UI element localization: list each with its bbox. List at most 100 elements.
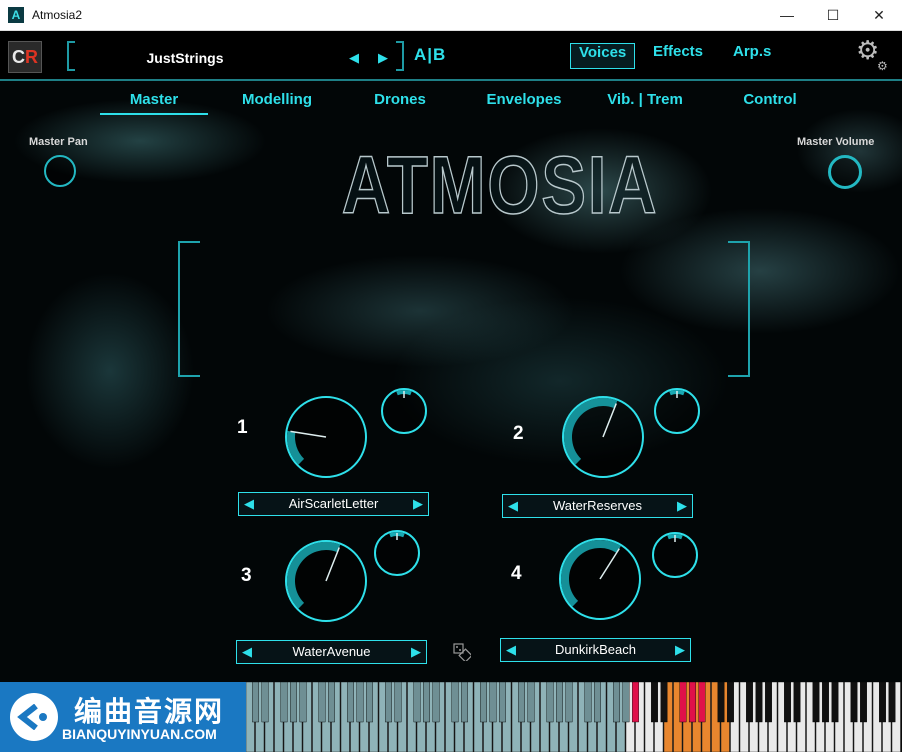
plugin-toolbar: CR JustStrings ◀ ▶ A|B Voices Effects Ar… bbox=[0, 31, 902, 81]
piano-black-key[interactable] bbox=[413, 682, 421, 723]
piano-black-key[interactable] bbox=[432, 682, 440, 723]
piano-black-key[interactable] bbox=[613, 682, 620, 723]
piano-black-key[interactable] bbox=[280, 682, 288, 723]
piano-black-key[interactable] bbox=[385, 682, 392, 723]
layer-2-next-button[interactable]: ▶ bbox=[673, 496, 691, 516]
piano-black-key[interactable] bbox=[461, 682, 468, 723]
piano-black-key[interactable] bbox=[584, 682, 592, 723]
watermark-title: 编曲音源网 bbox=[74, 696, 225, 727]
piano-black-key[interactable] bbox=[632, 682, 639, 723]
tab-arps[interactable]: Arp.s bbox=[725, 43, 779, 67]
layer-1-volume-knob[interactable] bbox=[285, 396, 367, 478]
piano-black-key[interactable] bbox=[793, 682, 801, 723]
piano-black-key[interactable] bbox=[328, 682, 335, 723]
piano-black-key[interactable] bbox=[299, 682, 307, 723]
layer-2-volume-knob[interactable] bbox=[562, 396, 644, 478]
piano-black-key[interactable] bbox=[879, 682, 886, 723]
piano-black-key[interactable] bbox=[765, 682, 772, 723]
layer-3-prev-button[interactable]: ◀ bbox=[238, 642, 256, 662]
piano-black-key[interactable] bbox=[489, 682, 497, 723]
piano-black-key[interactable] bbox=[831, 682, 839, 723]
bottom-area: 编曲音源网 BIANQUYINYUAN.COM bbox=[0, 682, 902, 752]
layer-knobs bbox=[285, 388, 700, 622]
layer-3-volume-knob[interactable] bbox=[285, 540, 367, 622]
layer-4-volume-knob[interactable] bbox=[559, 538, 641, 620]
piano-black-key[interactable] bbox=[252, 682, 259, 723]
piano-black-key[interactable] bbox=[499, 682, 506, 723]
layer-1-sample-selector[interactable]: ◀ AirScarletLetter ▶ bbox=[238, 492, 429, 516]
close-button[interactable]: ✕ bbox=[856, 0, 902, 30]
layer-4-sample-name: DunkirkBeach bbox=[555, 642, 636, 657]
window-title: Atmosia2 bbox=[32, 8, 83, 22]
maximize-button[interactable]: ☐ bbox=[810, 0, 856, 30]
piano-black-key[interactable] bbox=[679, 682, 687, 723]
piano-black-key[interactable] bbox=[394, 682, 402, 723]
next-preset-button[interactable]: ▶ bbox=[378, 50, 388, 66]
piano-black-key[interactable] bbox=[527, 682, 535, 723]
piano-black-key[interactable] bbox=[318, 682, 326, 723]
layer-4-next-button[interactable]: ▶ bbox=[671, 640, 689, 660]
gear-icon[interactable]: ⚙ bbox=[856, 35, 879, 66]
piano-black-key[interactable] bbox=[356, 682, 364, 723]
watermark-banner: 编曲音源网 BIANQUYINYUAN.COM bbox=[0, 682, 246, 752]
preset-name[interactable]: JustStrings bbox=[100, 50, 270, 66]
piano-black-key[interactable] bbox=[556, 682, 563, 723]
piano-black-key[interactable] bbox=[480, 682, 487, 723]
piano-black-key[interactable] bbox=[746, 682, 753, 723]
layer-2-pan-knob[interactable] bbox=[654, 388, 700, 434]
preset-bracket-left bbox=[67, 41, 75, 71]
layer-1-sample-name: AirScarletLetter bbox=[288, 496, 379, 511]
layer-4-pan-knob[interactable] bbox=[652, 532, 698, 578]
app-icon: A bbox=[8, 7, 24, 23]
piano-black-key[interactable] bbox=[888, 682, 896, 723]
piano-black-key[interactable] bbox=[812, 682, 820, 723]
layer-2-sample-selector[interactable]: ◀ WaterReserves ▶ bbox=[502, 494, 693, 518]
piano-black-key[interactable] bbox=[850, 682, 858, 723]
layer-3-pan-knob[interactable] bbox=[374, 530, 420, 576]
piano-black-key[interactable] bbox=[822, 682, 829, 723]
piano-black-key[interactable] bbox=[689, 682, 696, 723]
prev-preset-button[interactable]: ◀ bbox=[349, 50, 359, 66]
layer-3-next-button[interactable]: ▶ bbox=[407, 642, 425, 662]
piano-black-key[interactable] bbox=[565, 682, 573, 723]
piano-black-key[interactable] bbox=[594, 682, 601, 723]
gear-small-icon: ⚙ bbox=[877, 59, 888, 73]
layer-2-prev-button[interactable]: ◀ bbox=[504, 496, 522, 516]
cr-logo: CR bbox=[8, 41, 42, 73]
tab-effects[interactable]: Effects bbox=[645, 43, 711, 67]
piano-keyboard[interactable] bbox=[246, 682, 902, 752]
layer-4-prev-button[interactable]: ◀ bbox=[502, 640, 520, 660]
piano-black-key[interactable] bbox=[784, 682, 791, 723]
watermark-url: BIANQUYINYUAN.COM bbox=[62, 726, 217, 742]
piano-black-key[interactable] bbox=[518, 682, 525, 723]
piano-black-key[interactable] bbox=[651, 682, 658, 723]
layer-4-sample-selector[interactable]: ◀ DunkirkBeach ▶ bbox=[500, 638, 691, 662]
preset-bracket-right bbox=[396, 41, 404, 71]
watermark-arrow-icon bbox=[17, 704, 47, 730]
piano-black-key[interactable] bbox=[717, 682, 725, 723]
piano-black-key[interactable] bbox=[423, 682, 430, 723]
layer-1-prev-button[interactable]: ◀ bbox=[240, 494, 258, 514]
layer-1-next-button[interactable]: ▶ bbox=[409, 494, 427, 514]
main-panel: Master Modelling Drones Envelopes Vib. |… bbox=[0, 81, 902, 682]
randomize-dice-icon[interactable] bbox=[453, 643, 471, 661]
piano-black-key[interactable] bbox=[451, 682, 459, 723]
minimize-button[interactable]: — bbox=[764, 0, 810, 30]
piano-black-key[interactable] bbox=[727, 682, 734, 723]
piano-black-key[interactable] bbox=[290, 682, 297, 723]
piano-black-key[interactable] bbox=[366, 682, 373, 723]
piano-black-key[interactable] bbox=[698, 682, 706, 723]
piano-black-key[interactable] bbox=[660, 682, 668, 723]
piano-black-key[interactable] bbox=[622, 682, 630, 723]
layer-3-sample-name: WaterAvenue bbox=[292, 644, 371, 659]
layer-2-sample-name: WaterReserves bbox=[552, 498, 643, 513]
piano-black-key[interactable] bbox=[860, 682, 867, 723]
piano-black-key[interactable] bbox=[755, 682, 763, 723]
piano-black-key[interactable] bbox=[261, 682, 269, 723]
piano-black-key[interactable] bbox=[347, 682, 354, 723]
layer-3-sample-selector[interactable]: ◀ WaterAvenue ▶ bbox=[236, 640, 427, 664]
layer-1-pan-knob[interactable] bbox=[381, 388, 427, 434]
piano-black-key[interactable] bbox=[546, 682, 554, 723]
ab-compare-button[interactable]: A|B bbox=[414, 45, 446, 65]
tab-voices[interactable]: Voices bbox=[570, 43, 636, 69]
